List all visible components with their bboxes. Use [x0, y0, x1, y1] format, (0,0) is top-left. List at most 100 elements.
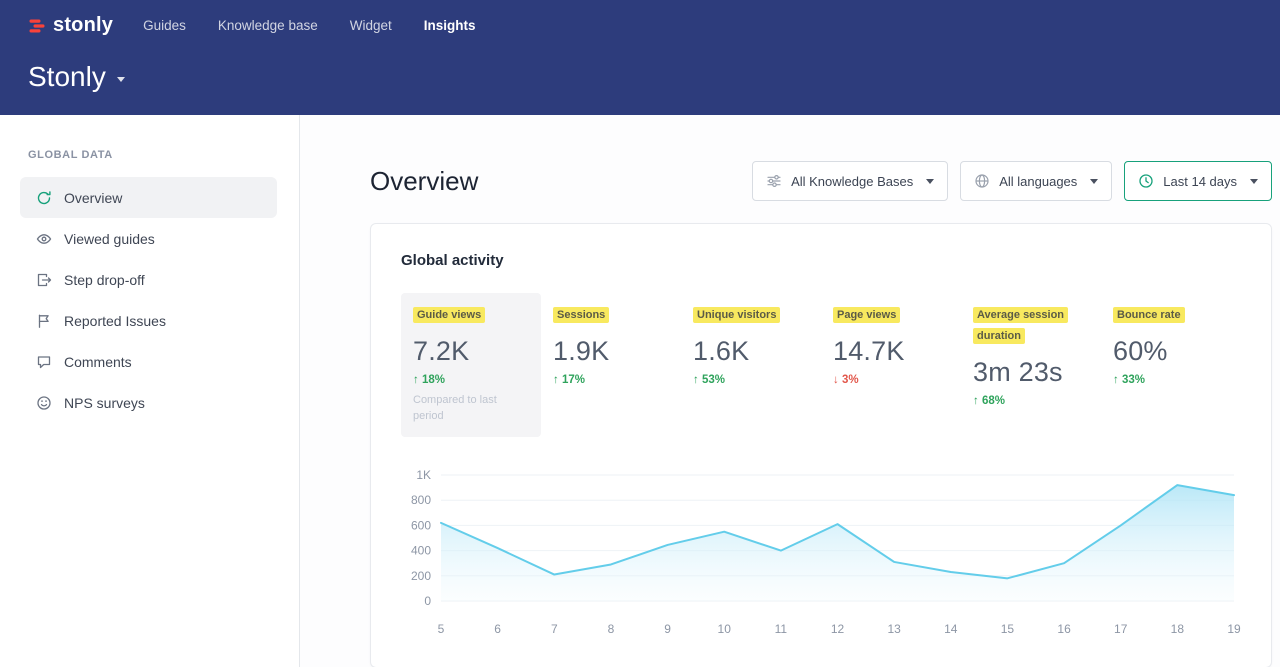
nav-item-widget[interactable]: Widget [350, 18, 392, 33]
svg-text:8: 8 [608, 622, 615, 636]
svg-text:17: 17 [1114, 622, 1128, 636]
up-arrow-icon: ↑ [413, 374, 419, 386]
top-nav: Guides Knowledge base Widget Insights [143, 18, 475, 33]
metric-sessions[interactable]: Sessions 1.9K ↑ 17% [541, 293, 681, 437]
globe-icon [974, 173, 990, 189]
comment-bubble-icon [36, 354, 52, 370]
svg-text:11: 11 [775, 622, 788, 636]
svg-text:13: 13 [887, 622, 901, 636]
flag-icon [36, 313, 52, 329]
chevron-down-icon [1250, 179, 1258, 184]
svg-text:0: 0 [424, 594, 431, 608]
metric-delta: ↑ 17% [553, 374, 669, 386]
metric-label: Average session duration [973, 307, 1068, 344]
sliders-icon [766, 173, 782, 189]
metric-label: Bounce rate [1113, 307, 1185, 323]
chevron-down-icon [117, 77, 125, 82]
metric-value: 7.2K [413, 336, 529, 367]
svg-text:19: 19 [1227, 622, 1241, 636]
svg-text:14: 14 [944, 622, 958, 636]
metric-delta: ↑ 18% [413, 374, 529, 386]
svg-text:5: 5 [438, 622, 445, 636]
sidebar-item-step-drop-off[interactable]: Step drop-off [20, 259, 277, 300]
metric-value: 3m 23s [973, 357, 1089, 388]
sidebar-item-comments[interactable]: Comments [20, 341, 277, 382]
activity-area-chart: 0 200 400 600 800 1K 5 6 7 8 9 10 11 12 13 14 15 16 17 18 19 [401, 467, 1241, 639]
eye-icon [36, 231, 52, 247]
sidebar-item-label: Viewed guides [64, 231, 155, 247]
smiley-icon [36, 395, 52, 411]
step-dropoff-icon [36, 272, 52, 288]
metric-label: Guide views [413, 307, 485, 323]
sidebar-item-label: Comments [64, 354, 132, 370]
nav-item-guides[interactable]: Guides [143, 18, 186, 33]
svg-text:6: 6 [494, 622, 501, 636]
overview-sync-icon [36, 190, 52, 206]
nav-item-insights[interactable]: Insights [424, 18, 476, 33]
metric-page-views[interactable]: Page views 14.7K ↓ 3% [821, 293, 961, 437]
metric-unique-visitors[interactable]: Unique visitors 1.6K ↑ 53% [681, 293, 821, 437]
metric-bounce-rate[interactable]: Bounce rate 60% ↑ 33% [1101, 293, 1241, 437]
metric-label: Page views [833, 307, 900, 323]
date-range-dropdown-value: Last 14 days [1163, 174, 1237, 189]
sidebar-item-overview[interactable]: Overview [20, 177, 277, 218]
languages-dropdown[interactable]: All languages [960, 161, 1112, 201]
metric-value: 60% [1113, 336, 1229, 367]
date-range-dropdown[interactable]: Last 14 days [1124, 161, 1272, 201]
nav-item-knowledge-base[interactable]: Knowledge base [218, 18, 318, 33]
svg-text:800: 800 [411, 493, 431, 507]
metric-label: Unique visitors [693, 307, 780, 323]
metric-label: Sessions [553, 307, 609, 323]
svg-text:18: 18 [1171, 622, 1185, 636]
sidebar-item-reported-issues[interactable]: Reported Issues [20, 300, 277, 341]
metrics-row: Guide views 7.2K ↑ 18% Compared to last … [401, 293, 1241, 437]
card-title: Global activity [401, 252, 1241, 269]
stonly-logo[interactable]: stonly [28, 14, 113, 37]
metric-avg-session-duration[interactable]: Average session duration 3m 23s ↑ 68% [961, 293, 1101, 437]
svg-text:9: 9 [664, 622, 671, 636]
svg-text:15: 15 [1001, 622, 1015, 636]
up-arrow-icon: ↑ [1113, 374, 1119, 386]
stonly-logo-icon [28, 17, 46, 35]
chevron-down-icon [926, 179, 934, 184]
metric-note: Compared to last period [413, 393, 519, 425]
workspace-selector[interactable]: Stonly [28, 61, 1280, 93]
page-title: Overview [370, 166, 478, 197]
metric-guide-views[interactable]: Guide views 7.2K ↑ 18% Compared to last … [401, 293, 541, 437]
metric-delta: ↑ 68% [973, 395, 1089, 407]
sidebar-section-label: GLOBAL DATA [28, 149, 299, 161]
svg-text:400: 400 [411, 543, 431, 557]
down-arrow-icon: ↓ [833, 374, 839, 386]
sidebar-item-viewed-guides[interactable]: Viewed guides [20, 218, 277, 259]
up-arrow-icon: ↑ [973, 395, 979, 407]
metric-delta: ↑ 53% [693, 374, 809, 386]
metric-value: 14.7K [833, 336, 949, 367]
knowledge-bases-dropdown-value: All Knowledge Bases [791, 174, 913, 189]
sidebar-item-label: Overview [64, 190, 122, 206]
metric-value: 1.6K [693, 336, 809, 367]
svg-text:7: 7 [551, 622, 558, 636]
svg-text:600: 600 [411, 518, 431, 532]
chevron-down-icon [1090, 179, 1098, 184]
svg-text:16: 16 [1057, 622, 1071, 636]
activity-chart-container: 0 200 400 600 800 1K 5 6 7 8 9 10 11 12 13 14 15 16 17 18 19 [401, 467, 1241, 639]
top-navigation-bar: stonly Guides Knowledge base Widget Insi… [0, 0, 1280, 115]
sidebar-item-label: NPS surveys [64, 395, 145, 411]
sidebar: GLOBAL DATA Overview Viewed guides Step … [0, 115, 300, 667]
clock-icon [1138, 173, 1154, 189]
svg-text:12: 12 [831, 622, 845, 636]
filter-bar: All Knowledge Bases All languages Last 1… [752, 161, 1272, 201]
global-activity-card: Global activity Guide views 7.2K ↑ 18% C… [370, 223, 1272, 667]
svg-text:200: 200 [411, 568, 431, 582]
workspace-name: Stonly [28, 61, 106, 93]
metric-delta: ↓ 3% [833, 374, 949, 386]
svg-text:10: 10 [718, 622, 732, 636]
svg-text:1K: 1K [416, 468, 431, 482]
logo-text: stonly [53, 14, 113, 37]
metric-value: 1.9K [553, 336, 669, 367]
sidebar-item-label: Reported Issues [64, 313, 166, 329]
up-arrow-icon: ↑ [553, 374, 559, 386]
knowledge-bases-dropdown[interactable]: All Knowledge Bases [752, 161, 948, 201]
main-content: Overview All Knowledge Bases All languag… [300, 115, 1280, 667]
sidebar-item-nps-surveys[interactable]: NPS surveys [20, 382, 277, 423]
